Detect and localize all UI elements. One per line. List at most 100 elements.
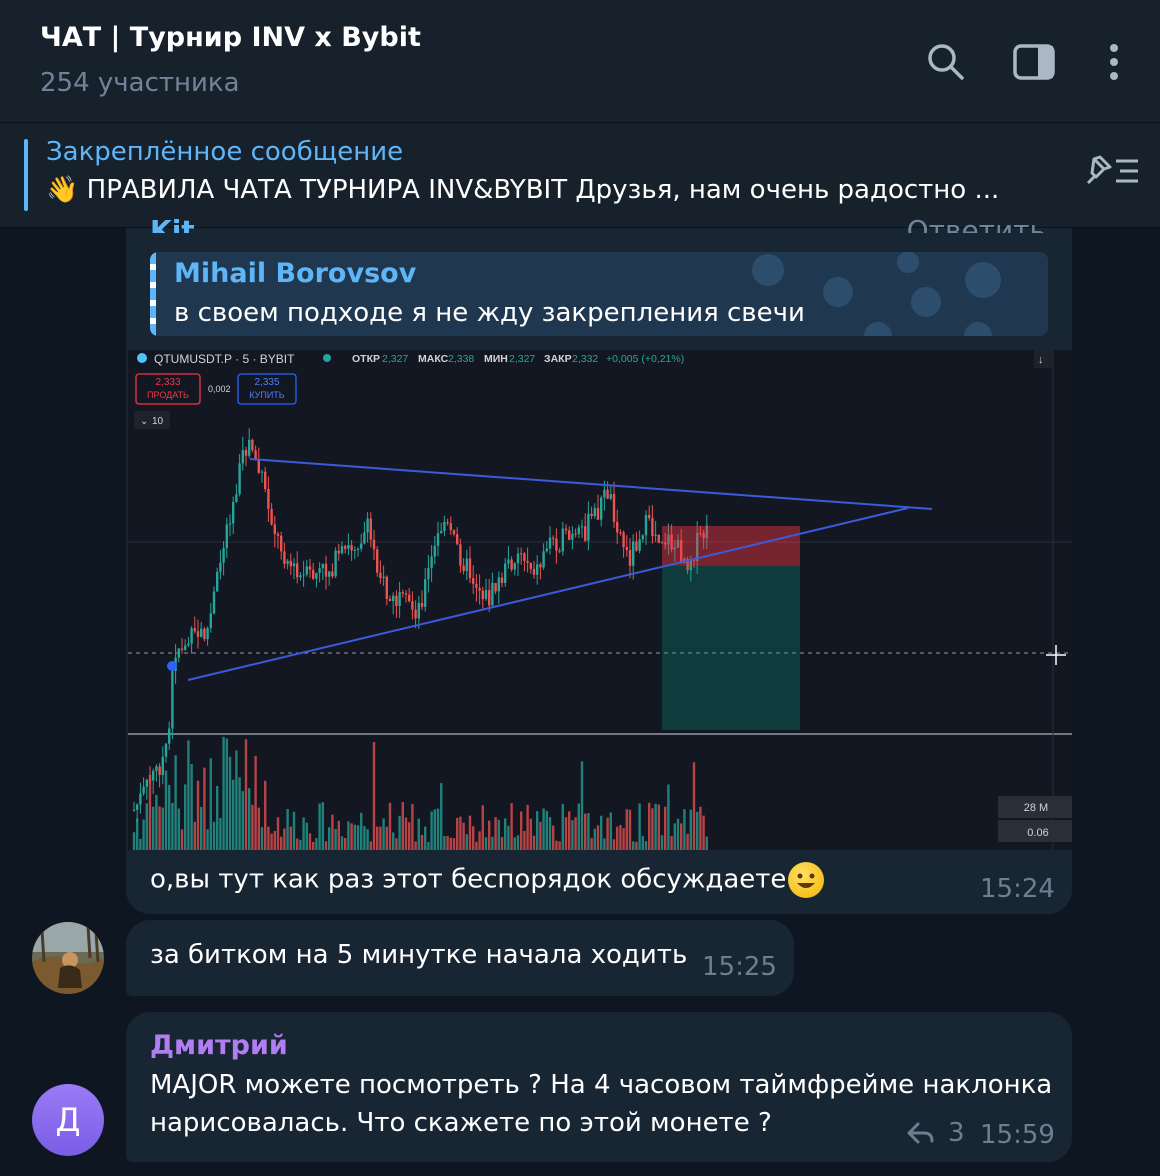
candle-body (139, 793, 142, 805)
indicators-toggle[interactable]: ⌄ 10 (134, 411, 170, 429)
reply-quote-bar (150, 252, 156, 336)
user-avatar[interactable]: Д (32, 1084, 104, 1156)
candle-body (584, 526, 587, 541)
volume-bar (574, 817, 577, 850)
volume-bar (174, 755, 177, 850)
volume-bar (561, 803, 564, 850)
sidebar-toggle-icon[interactable] (1010, 38, 1058, 86)
candle-body (408, 594, 411, 602)
sender-name[interactable]: Дмитрий (150, 1030, 288, 1061)
message-line-2: нарисовалась. Что скажете по этой монете… (150, 1108, 772, 1138)
reply-count: 3 (948, 1118, 965, 1148)
candle-body (315, 572, 318, 579)
volume-bar (148, 774, 152, 850)
volume-bar (545, 810, 548, 850)
trading-chart-image[interactable]: QTUMUSDT.P · 5 · BYBIT ОТКР 2,327 МАКС 2… (128, 350, 1072, 850)
volume-bar (564, 817, 568, 850)
svg-text:↓: ↓ (1038, 354, 1044, 366)
volume-bar (644, 841, 648, 850)
volume-bar (635, 841, 638, 850)
chat-header: ЧАТ | Турнир INV x Bybit 254 участника (0, 0, 1160, 123)
candle-body (308, 566, 312, 570)
volume-bar (603, 838, 606, 850)
volume-bar (468, 815, 472, 850)
volume-bar (401, 802, 404, 850)
volume-bar (257, 807, 260, 850)
candle-body (587, 513, 590, 541)
volume-bar (203, 767, 206, 850)
message-text: за битком на 5 минутке начала ходить (150, 940, 688, 970)
volume-bar (638, 803, 641, 850)
volume-bar (283, 828, 286, 850)
candle-body (462, 565, 465, 572)
reply-text: в своем подходе я не жду закрепления све… (174, 298, 805, 328)
volume-bar (696, 811, 699, 850)
candle-body (580, 526, 584, 528)
volume-bar (673, 823, 676, 850)
candle-body (168, 728, 171, 744)
candle-body (632, 541, 635, 566)
volume-bar (238, 777, 241, 850)
candle-body (235, 494, 238, 502)
user-avatar[interactable] (32, 922, 104, 994)
candle-body (638, 539, 641, 551)
volume-bar (200, 806, 203, 850)
volume-bar (206, 829, 209, 850)
volume-bar (580, 761, 584, 850)
candle-body (321, 563, 324, 569)
volume-bar (235, 750, 238, 850)
volume-bar (222, 736, 225, 850)
volume-bar (596, 825, 600, 850)
volume-bar (625, 809, 628, 850)
candle-body (334, 550, 337, 577)
candle-body (241, 450, 244, 464)
buy-button[interactable]: 2,335 КУПИТЬ (237, 373, 297, 405)
volume-bar (318, 803, 321, 850)
candle-body (593, 508, 596, 516)
candle-body (225, 524, 228, 549)
volume-bar (628, 809, 632, 850)
volume-bar (520, 811, 523, 850)
volume-bar (289, 826, 292, 850)
volume-bar (484, 837, 488, 850)
volume-bar (462, 822, 465, 850)
reply-quote[interactable]: Mihail Borovsov в своем подходе я не жду… (150, 252, 1048, 336)
volume-bar (619, 824, 622, 850)
chat-title[interactable]: ЧАТ | Турнир INV x Bybit (40, 22, 421, 53)
candle-body (376, 549, 379, 573)
change-value: +0,005 (+0,21%) (606, 353, 684, 365)
candle-body (353, 549, 356, 551)
candle-body (193, 628, 196, 632)
volume-bar (347, 821, 350, 850)
candle-body (523, 553, 526, 562)
candle-body (395, 595, 398, 607)
candle-body (356, 548, 360, 550)
candle-body (190, 628, 193, 644)
more-menu-icon[interactable] (1090, 38, 1138, 86)
replies-counter[interactable]: 3 (906, 1118, 965, 1148)
volume-bar (225, 738, 228, 850)
volume-bar (264, 780, 267, 850)
volume-bar (420, 834, 424, 850)
volume-bar (552, 825, 555, 850)
candle-body (600, 497, 603, 520)
volume-bar (145, 803, 148, 850)
candle-body (305, 566, 308, 575)
volume-bar (660, 835, 664, 850)
volume-value-label: 0.06 (1027, 827, 1048, 839)
volume-bar (334, 828, 337, 850)
candle-body (347, 545, 350, 549)
candle-body (132, 809, 136, 811)
scroll-down-icon[interactable]: ↓ (1034, 350, 1052, 368)
message-line-1: MAJOR можете посмотреть ? На 4 часовом т… (150, 1070, 1053, 1100)
candle-body (212, 591, 216, 614)
sell-button[interactable]: 2,333 ПРОДАТЬ (135, 373, 201, 405)
candle-body (171, 671, 174, 729)
volume-bar (136, 818, 139, 850)
search-icon[interactable] (922, 38, 970, 86)
candle-body (603, 489, 606, 498)
candle-body (520, 553, 523, 555)
symbol-label: QTUMUSDT.P · 5 · BYBIT (154, 352, 295, 366)
volume-bar (324, 841, 328, 850)
volume-bars (132, 736, 708, 850)
